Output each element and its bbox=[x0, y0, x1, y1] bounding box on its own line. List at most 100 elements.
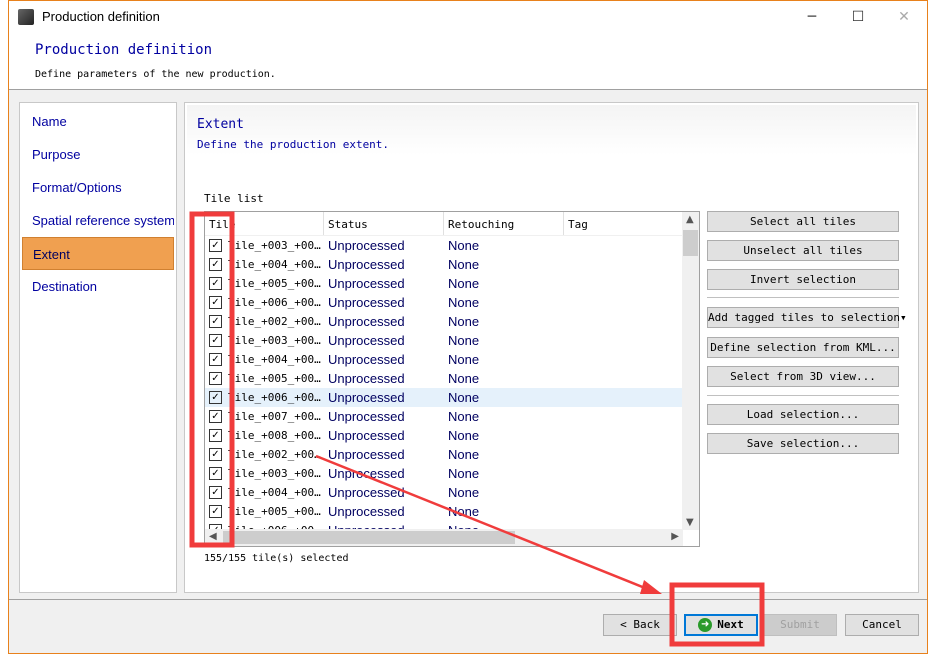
tile-checkbox[interactable]: ✓ bbox=[209, 505, 222, 518]
tile-checkbox[interactable]: ✓ bbox=[209, 448, 222, 461]
tile-name: Tile_+005_+00… bbox=[228, 372, 321, 385]
table-row[interactable]: ✓ Tile_+004_+00… Unprocessed None bbox=[205, 255, 683, 274]
back-button[interactable]: < Back bbox=[603, 614, 677, 636]
retouching-cell: None bbox=[448, 371, 480, 386]
tile-name: Tile_+005_+00… bbox=[228, 277, 321, 290]
tile-checkbox[interactable]: ✓ bbox=[209, 239, 222, 252]
scroll-left-icon[interactable]: ◀ bbox=[209, 531, 217, 542]
select-all-tiles-button[interactable]: Select all tiles bbox=[707, 211, 899, 232]
tile-checkbox[interactable]: ✓ bbox=[209, 277, 222, 290]
table-row[interactable]: ✓ Tile_+005_+00… Unprocessed None bbox=[205, 274, 683, 293]
button-group-separator bbox=[707, 395, 899, 396]
tile-checkbox[interactable]: ✓ bbox=[209, 372, 222, 385]
status-cell: Unprocessed bbox=[328, 504, 405, 519]
scroll-down-icon[interactable]: ▼ bbox=[686, 517, 694, 528]
sidebar-item-spatial-reference-system[interactable]: Spatial reference system bbox=[22, 204, 174, 237]
panel-title: Extent bbox=[197, 117, 244, 132]
sidebar-item-purpose[interactable]: Purpose bbox=[22, 138, 174, 171]
select-from-3d-view-button[interactable]: Select from 3D view... bbox=[707, 366, 899, 387]
status-cell: Unprocessed bbox=[328, 409, 405, 424]
extent-panel: Extent Define the production extent. Til… bbox=[184, 102, 919, 593]
tile-checkbox[interactable]: ✓ bbox=[209, 391, 222, 404]
tile-name: Tile_+007_+00… bbox=[228, 410, 321, 423]
table-row[interactable]: ✓ Tile_+003_+00… Unprocessed None bbox=[205, 236, 683, 255]
scroll-right-icon[interactable]: ▶ bbox=[671, 531, 679, 542]
status-cell: Unprocessed bbox=[328, 390, 405, 405]
invert-selection-button[interactable]: Invert selection bbox=[707, 269, 899, 290]
tile-cell: ✓ Tile_+003_+00… bbox=[205, 467, 324, 480]
tile-name: Tile_+002_+00… bbox=[228, 315, 321, 328]
tile-checkbox[interactable]: ✓ bbox=[209, 410, 222, 423]
retouching-cell: None bbox=[448, 276, 480, 291]
sidebar-item-format-options[interactable]: Format/Options bbox=[22, 171, 174, 204]
h-scrollbar-thumb[interactable] bbox=[223, 531, 515, 544]
retouching-cell: None bbox=[448, 238, 480, 253]
cancel-button[interactable]: Cancel bbox=[845, 614, 919, 636]
maximize-button[interactable]: ☐ bbox=[835, 1, 881, 32]
table-row[interactable]: ✓ Tile_+003_+00… Unprocessed None bbox=[205, 331, 683, 350]
status-cell: Unprocessed bbox=[328, 238, 405, 253]
tile-name: Tile_+003_+00… bbox=[228, 467, 321, 480]
table-row[interactable]: ✓ Tile_+002_+00… Unprocessed None bbox=[205, 312, 683, 331]
add-tagged-tiles-dropdown[interactable]: Add tagged tiles to selection▾ bbox=[707, 307, 907, 328]
tile-cell: ✓ Tile_+006_+00… bbox=[205, 296, 324, 309]
vertical-scrollbar[interactable]: ▲ ▼ bbox=[682, 212, 699, 530]
table-row[interactable]: ✓ Tile_+008_+00… Unprocessed None bbox=[205, 426, 683, 445]
tile-checkbox[interactable]: ✓ bbox=[209, 429, 222, 442]
next-button[interactable]: ➜ Next bbox=[684, 614, 758, 636]
wizard-header: Production definition Define parameters … bbox=[9, 32, 927, 90]
tile-checkbox[interactable]: ✓ bbox=[209, 258, 222, 271]
column-header-tag[interactable]: Tag bbox=[564, 212, 683, 235]
minimize-button[interactable]: ─ bbox=[789, 1, 835, 32]
tile-checkbox[interactable]: ✓ bbox=[209, 296, 222, 309]
column-header-retouching[interactable]: Retouching bbox=[444, 212, 564, 235]
tile-name: Tile_+004_+00… bbox=[228, 258, 321, 271]
table-row[interactable]: ✓ Tile_+002_+00… Unprocessed None bbox=[205, 445, 683, 464]
page-subtitle: Define parameters of the new production. bbox=[35, 69, 276, 80]
panel-header: Extent Define the production extent. bbox=[187, 105, 916, 155]
status-cell: Unprocessed bbox=[328, 466, 405, 481]
status-cell: Unprocessed bbox=[328, 447, 405, 462]
define-selection-kml-button[interactable]: Define selection from KML... bbox=[707, 337, 899, 358]
horizontal-scrollbar[interactable]: ◀ ▶ bbox=[205, 529, 683, 546]
table-row[interactable]: ✓ Tile_+006_+00… Unprocessed None bbox=[205, 293, 683, 312]
tile-checkbox[interactable]: ✓ bbox=[209, 353, 222, 366]
scroll-up-icon[interactable]: ▲ bbox=[686, 214, 694, 225]
tile-name: Tile_+002_+00… bbox=[228, 448, 321, 461]
retouching-cell: None bbox=[448, 466, 480, 481]
table-row[interactable]: ✓ Tile_+005_+00… Unprocessed None bbox=[205, 502, 683, 521]
tile-checkbox[interactable]: ✓ bbox=[209, 315, 222, 328]
page-title: Production definition bbox=[35, 42, 213, 58]
retouching-cell: None bbox=[448, 295, 480, 310]
column-header-tile[interactable]: Tile bbox=[205, 212, 324, 235]
table-row[interactable]: ✓ Tile_+004_+00… Unprocessed None bbox=[205, 350, 683, 369]
table-row[interactable]: ✓ Tile_+007_+00… Unprocessed None bbox=[205, 407, 683, 426]
table-row[interactable]: ✓ Tile_+004_+00… Unprocessed None bbox=[205, 483, 683, 502]
scrollbar-thumb[interactable] bbox=[683, 230, 698, 256]
tile-checkbox[interactable]: ✓ bbox=[209, 486, 222, 499]
table-row[interactable]: ✓ Tile_+006_+00… Unprocessed None bbox=[205, 388, 683, 407]
tile-cell: ✓ Tile_+002_+00… bbox=[205, 448, 324, 461]
submit-button[interactable]: Submit bbox=[763, 614, 837, 636]
sidebar-item-destination[interactable]: Destination bbox=[22, 270, 174, 303]
tile-name: Tile_+008_+00… bbox=[228, 429, 321, 442]
tile-checkbox[interactable]: ✓ bbox=[209, 467, 222, 480]
column-header-status[interactable]: Status bbox=[324, 212, 444, 235]
tile-checkbox[interactable]: ✓ bbox=[209, 334, 222, 347]
table-body: ✓ Tile_+003_+00… Unprocessed None ✓ Tile_+004… bbox=[205, 236, 699, 540]
retouching-cell: None bbox=[448, 352, 480, 367]
tile-list-label: Tile list bbox=[204, 192, 264, 205]
selection-status: 155/155 tile(s) selected bbox=[204, 553, 349, 564]
close-button[interactable]: ✕ bbox=[881, 1, 927, 32]
tile-cell: ✓ Tile_+003_+00… bbox=[205, 334, 324, 347]
status-cell: Unprocessed bbox=[328, 333, 405, 348]
save-selection-button[interactable]: Save selection... bbox=[707, 433, 899, 454]
tile-name: Tile_+006_+00… bbox=[228, 391, 321, 404]
table-row[interactable]: ✓ Tile_+005_+00… Unprocessed None bbox=[205, 369, 683, 388]
table-row[interactable]: ✓ Tile_+003_+00… Unprocessed None bbox=[205, 464, 683, 483]
sidebar-item-name[interactable]: Name bbox=[22, 105, 174, 138]
retouching-cell: None bbox=[448, 447, 480, 462]
load-selection-button[interactable]: Load selection... bbox=[707, 404, 899, 425]
sidebar-item-extent[interactable]: Extent bbox=[22, 237, 174, 270]
unselect-all-tiles-button[interactable]: Unselect all tiles bbox=[707, 240, 899, 261]
